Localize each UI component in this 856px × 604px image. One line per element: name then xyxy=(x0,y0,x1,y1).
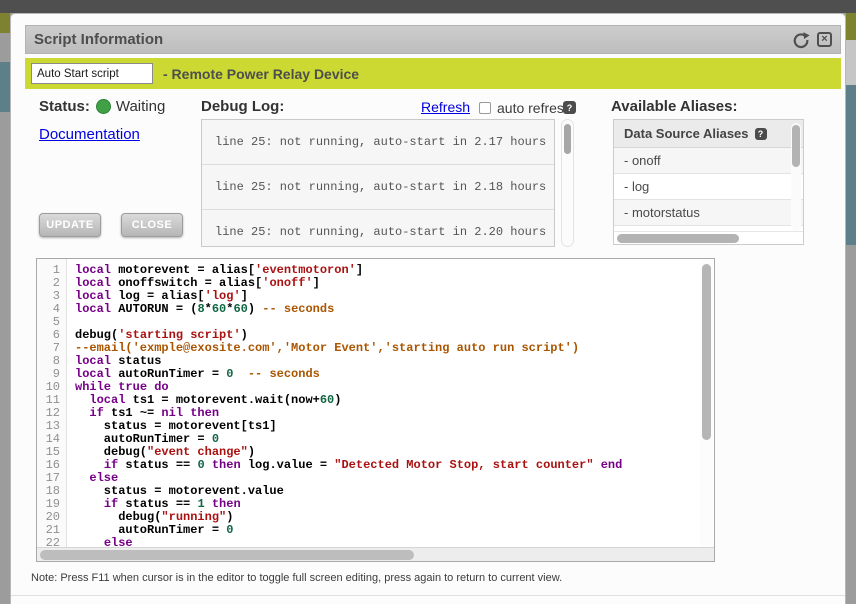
documentation-link[interactable]: Documentation xyxy=(39,126,140,143)
editor-horizontal-scrollbar-thumb[interactable] xyxy=(40,550,414,560)
script-name-input[interactable] xyxy=(31,63,153,84)
page-top-bar xyxy=(0,0,856,13)
aliases-help-icon[interactable]: ? xyxy=(755,128,767,140)
aliases-panel-header: Data Source Aliases ? xyxy=(614,120,803,148)
device-label: - Remote Power Relay Device xyxy=(163,66,359,82)
refresh-link[interactable]: Refresh xyxy=(421,99,470,115)
page-edge-right-gray1 xyxy=(846,40,856,85)
script-information-dialog: Script Information × - Remote Power Rela… xyxy=(10,13,846,604)
code-line: else xyxy=(75,537,622,547)
code-line: autoRunTimer = 0 xyxy=(75,524,622,537)
editor-note: Note: Press F11 when cursor is in the ed… xyxy=(31,572,562,584)
debug-log-scrollbar[interactable] xyxy=(561,119,574,247)
line-number-gutter: 12345678910111213141516171819202122 xyxy=(37,259,67,547)
editor-vertical-scrollbar-thumb[interactable] xyxy=(702,264,711,440)
alias-item: - motorstatus xyxy=(614,200,803,226)
code-line: if status == 0 then log.value = "Detecte… xyxy=(75,459,622,472)
script-header-bar: - Remote Power Relay Device xyxy=(25,58,841,89)
status-value: Waiting xyxy=(116,98,165,115)
debug-help-icon[interactable]: ? xyxy=(563,101,576,114)
available-aliases-heading: Available Aliases: xyxy=(611,98,737,115)
aliases-panel-title: Data Source Aliases xyxy=(624,126,749,141)
alias-item: - log xyxy=(614,174,803,200)
line-number: 6 xyxy=(37,329,66,342)
page-edge-left-gray1 xyxy=(0,33,10,62)
editor-horizontal-scrollbar[interactable] xyxy=(37,547,714,561)
aliases-vertical-scrollbar-thumb[interactable] xyxy=(792,125,800,167)
line-number: 5 xyxy=(37,316,66,329)
line-number: 2 xyxy=(37,277,66,290)
auto-refresh-label: auto refresh xyxy=(497,100,572,116)
refresh-icon[interactable] xyxy=(792,31,810,49)
dialog-title: Script Information xyxy=(34,31,792,48)
aliases-panel: Data Source Aliases ? - onoff- log- moto… xyxy=(613,119,804,245)
close-button[interactable]: CLOSE xyxy=(121,213,183,237)
status-label: Status: xyxy=(39,98,90,115)
aliases-vertical-scrollbar[interactable] xyxy=(791,123,801,231)
code-line: local AUTORUN = (8*60*60) -- seconds xyxy=(75,303,622,316)
line-number: 1 xyxy=(37,264,66,277)
page-edge-left-green xyxy=(0,13,10,33)
aliases-horizontal-scrollbar-thumb[interactable] xyxy=(617,234,739,243)
status-indicator-dot xyxy=(96,99,111,114)
line-number: 22 xyxy=(37,537,66,547)
dialog-titlebar: Script Information × xyxy=(25,25,841,54)
debug-log-panel: line 25: not running, auto-start in 2.17… xyxy=(201,119,555,247)
editor-vertical-scrollbar[interactable] xyxy=(700,260,713,547)
page-edge-left-gray2 xyxy=(0,112,10,604)
auto-refresh-checkbox[interactable] xyxy=(479,102,491,114)
page-edge-left-teal xyxy=(0,62,10,112)
alias-item: - onoff xyxy=(614,148,803,174)
debug-log-scrollbar-thumb[interactable] xyxy=(564,124,571,154)
log-entry: line 25: not running, auto-start in 2.17… xyxy=(202,120,554,165)
page-edge-right-gray2 xyxy=(846,245,856,604)
update-button[interactable]: UPDATE xyxy=(39,213,101,237)
status-row: Status: Waiting xyxy=(39,98,165,115)
log-entry: line 25: not running, auto-start in 2.20… xyxy=(202,210,554,247)
line-number: 4 xyxy=(37,303,66,316)
code-lines: local motorevent = alias['eventmotoron']… xyxy=(67,259,622,547)
line-number: 3 xyxy=(37,290,66,303)
aliases-horizontal-scrollbar[interactable] xyxy=(614,231,803,244)
line-number: 7 xyxy=(37,342,66,355)
script-code-editor[interactable]: 12345678910111213141516171819202122 loca… xyxy=(36,258,715,562)
log-entry: line 25: not running, auto-start in 2.18… xyxy=(202,165,554,210)
page-edge-right-green xyxy=(846,13,856,40)
page-edge-right-teal xyxy=(846,85,856,245)
debug-log-heading: Debug Log: xyxy=(201,98,284,115)
bottom-divider xyxy=(11,595,846,596)
code-view: 12345678910111213141516171819202122 loca… xyxy=(37,259,714,547)
line-number: 8 xyxy=(37,355,66,368)
close-icon[interactable]: × xyxy=(817,32,832,47)
